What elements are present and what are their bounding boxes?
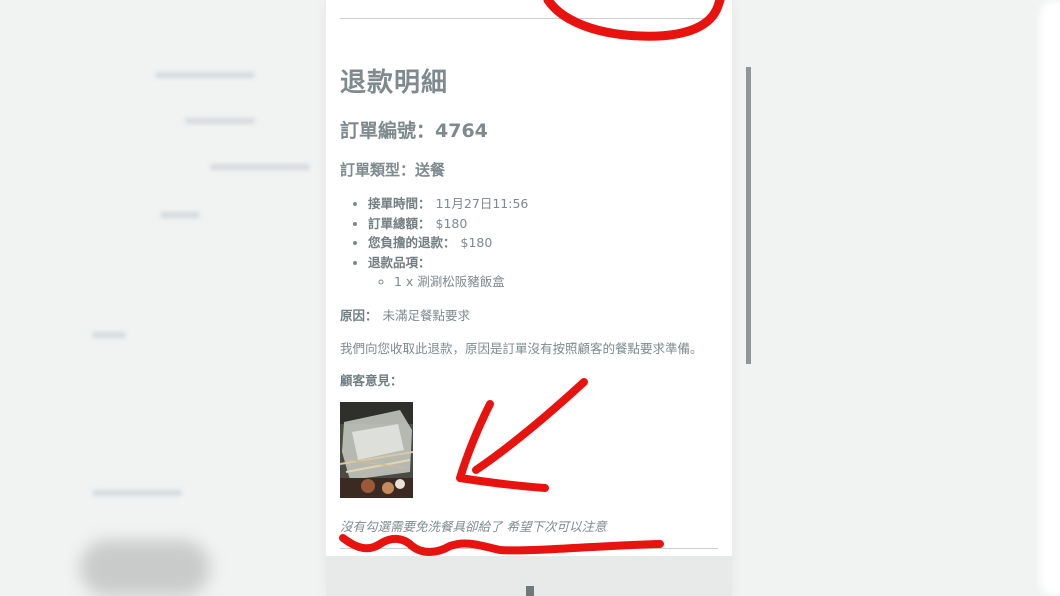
blurred-background-text [92, 332, 126, 338]
blurred-background-shape [80, 540, 210, 596]
detail-label: 您負擔的退款： [368, 235, 456, 250]
refund-explanation: 我們向您收取此退款，原因是訂單沒有按照顧客的餐點要求準備。 [340, 341, 703, 356]
blurred-background-text [210, 164, 310, 170]
detail-label: 接單時間： [368, 196, 431, 211]
reason-value: 未滿足餐點要求 [382, 308, 471, 323]
photo-image [340, 402, 413, 498]
screenshot-stage: 退款明細 訂單編號：4764 訂單類型：送餐 接單時間：11月27日11:56 … [0, 0, 1060, 596]
blurred-background-text [92, 490, 182, 496]
detail-value: 11月27日11:56 [435, 196, 529, 211]
customer-feedback-label: 顧客意見： [340, 373, 403, 388]
order-number-value: 4764 [435, 120, 488, 142]
list-item: 您負擔的退款： $180 [368, 233, 528, 253]
detail-value: $180 [460, 235, 493, 250]
order-number: 訂單編號：4764 [340, 116, 488, 143]
bottom-divider [340, 548, 718, 549]
list-item: 接單時間： 11月27日11:56 [368, 194, 528, 214]
reason-label: 原因： [340, 308, 378, 323]
refund-items-list: 1 x 涮涮松阪豬飯盒 [368, 272, 528, 292]
footer-partial-icon [526, 586, 534, 596]
list-item: 退款品項： 1 x 涮涮松阪豬飯盒 [368, 253, 528, 292]
blurred-background-text [160, 212, 200, 218]
blurred-background-shape [1040, 0, 1060, 596]
order-type-value: 送餐 [415, 161, 446, 179]
order-number-label: 訂單編號： [340, 120, 436, 142]
footer-bar [326, 556, 732, 596]
scrollbar[interactable] [746, 67, 751, 364]
top-divider [340, 18, 718, 19]
customer-food-photo[interactable] [340, 402, 413, 498]
refund-item: 1 x 涮涮松阪豬飯盒 [394, 272, 528, 292]
blurred-background-text [155, 72, 255, 78]
list-item: 訂單總額：$180 [368, 214, 528, 234]
customer-comment: 沒有勾選需要免洗餐具卻給了 希望下次可以注意 [340, 519, 607, 534]
detail-value: $180 [435, 215, 468, 231]
order-type: 訂單類型：送餐 [340, 159, 445, 180]
detail-label: 退款品項： [368, 254, 431, 270]
detail-label: 訂單總額： [368, 215, 431, 231]
blurred-background-text [185, 118, 255, 124]
refund-reason: 原因： 未滿足餐點要求 [340, 305, 470, 324]
order-type-label: 訂單類型： [340, 161, 416, 179]
refund-detail-panel: 退款明細 訂單編號：4764 訂單類型：送餐 接單時間：11月27日11:56 … [326, 0, 732, 596]
page-title: 退款明細 [340, 68, 449, 98]
order-details-list: 接單時間：11月27日11:56 訂單總額：$180 您負擔的退款：$180 退… [340, 194, 528, 292]
